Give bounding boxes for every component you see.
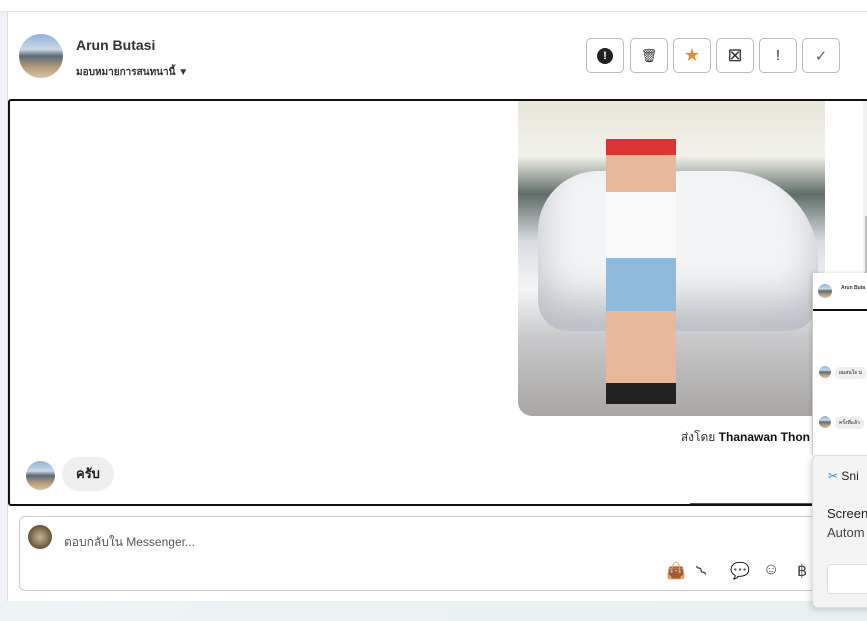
caret-down-icon: ▼ — [178, 67, 189, 78]
paperclip-icon[interactable]: ⌇ — [692, 561, 712, 581]
progress-line — [690, 503, 830, 504]
toast-title: Screen — [827, 506, 867, 521]
sender-avatar — [26, 461, 55, 490]
person-shape — [606, 139, 676, 404]
contact-name[interactable]: Arun Butasi — [76, 37, 155, 53]
exclamation-icon: ! — [775, 47, 781, 64]
page-avatar — [28, 525, 52, 549]
sent-by-label: ส่งโดย Thanawan Thon — [680, 430, 810, 444]
message-thread: ส่งโดย Thanawan Thon ครับ — [8, 99, 867, 506]
left-scrollbar[interactable] — [0, 12, 8, 602]
assign-label: มอบหมายการสนทนานี้ — [76, 67, 176, 78]
conversation-header: Arun Butasi มอบหมายการสนทนานี้ ▼ ! 🗑 ★ ⊠… — [8, 12, 867, 100]
toast-action-button[interactable] — [827, 564, 867, 594]
trash-icon: 🗑 — [640, 47, 658, 63]
toast-body: Autom — [827, 525, 865, 540]
baht-payment-icon[interactable]: ฿ — [797, 561, 807, 581]
reply-composer[interactable]: ตอบกลับใน Messenger... 👜 ⌇ 💬 ☺ ฿ — [19, 516, 849, 591]
spam-button[interactable]: ! — [586, 38, 624, 73]
check-icon: ✓ — [814, 47, 828, 65]
snip-app-label: ✂ Sni — [828, 469, 859, 483]
alert-circle-icon: ! — [597, 47, 613, 64]
emoji-icon[interactable]: ☺ — [763, 561, 779, 579]
archive-button[interactable]: ⊠ — [716, 38, 754, 73]
delete-button[interactable]: 🗑 — [630, 38, 668, 73]
mark-important-button[interactable]: ! — [759, 38, 797, 73]
star-button[interactable]: ★ — [673, 38, 711, 73]
assign-conversation-dropdown[interactable]: มอบหมายการสนทนานี้ ▼ — [76, 65, 188, 80]
saved-reply-icon[interactable]: 💬 — [730, 561, 750, 581]
taskbar-edge — [0, 601, 867, 621]
mini-message: ผมสนใจ น — [835, 367, 866, 379]
archive-icon: ⊠ — [727, 45, 743, 65]
mini-chat-preview[interactable]: Arun Buta ผมสนใจ น ครั้งที่แล้ว — [812, 273, 867, 455]
attached-photo[interactable] — [518, 101, 825, 416]
mini-message: ครั้งที่แล้ว — [835, 417, 864, 429]
shopping-bag-icon[interactable]: 👜 — [666, 561, 686, 581]
reply-input[interactable]: ตอบกลับใน Messenger... — [64, 533, 195, 552]
message-bubble: ครับ — [62, 457, 114, 491]
mini-avatar — [819, 366, 831, 378]
car-shape — [538, 171, 818, 331]
snipping-tool-notification[interactable]: ✂ Sni Screen Autom — [812, 455, 867, 608]
mark-done-button[interactable]: ✓ — [802, 38, 840, 73]
contact-avatar[interactable] — [19, 34, 63, 78]
mini-name: Arun Buta — [841, 285, 866, 291]
scissors-icon: ✂ — [828, 469, 839, 483]
star-icon: ★ — [683, 45, 701, 65]
mini-avatar — [819, 416, 831, 428]
mini-avatar — [818, 284, 832, 298]
